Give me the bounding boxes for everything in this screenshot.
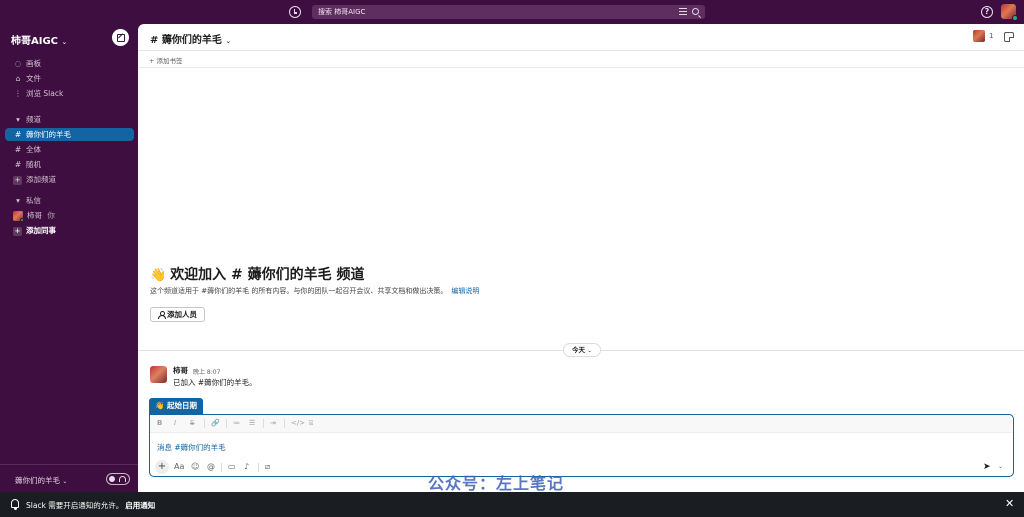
sidebar: 柿哥AIGC ⌄ ◌ 画板 ⌂ 文件 ⋮ 浏览 Slack ▾ 频道 # 薅你们的羊毛 #… [0,24,138,492]
chevron-down-icon: ⌄ [587,348,592,354]
mention-icon[interactable]: @ [207,462,215,471]
member-count: 1 [989,32,994,40]
avatar [973,30,985,42]
canvas-icon: ◌ [14,59,22,68]
message-input[interactable]: 消息 #薅你们的羊毛 [157,442,226,453]
add-colleague-button[interactable]: + 添加同事 [5,224,134,237]
microphone-icon[interactable]: ♪ [244,462,249,471]
sidebar-item-canvas[interactable]: ◌ 画板 [5,57,134,70]
channels-section-header[interactable]: ▾ 频道 [5,113,134,126]
send-icon[interactable]: ➤ [983,462,991,472]
help-icon[interactable]: ? [981,6,993,18]
compose-icon[interactable] [112,29,129,46]
watermark: 公众号：左上笔记 [428,474,565,492]
message-timestamp[interactable]: 晚上 8:07 [193,367,220,376]
shortcut-icon[interactable]: ⧄ [265,462,270,472]
bullet-list-icon[interactable]: ☰ [249,419,255,427]
bold-button[interactable]: B [157,419,162,427]
plus-icon: + [13,226,22,236]
edit-description-link[interactable]: 编辑说明 [451,287,479,295]
canvas-icon[interactable] [1004,32,1014,42]
message-text: 已加入 #薅你们的羊毛。 [173,378,257,387]
search-bar[interactable]: 搜索 柿哥AIGC [312,5,705,19]
person-icon [158,311,166,319]
members-button[interactable]: 1 [973,30,997,44]
message-composer: B I S 🔗 ≔ ☰ ⇥ </> ⌸ 消息 #薅你们的羊毛 + Aa ☺ @ … [149,414,1014,477]
dm-section-header[interactable]: ▾ 私信 [5,194,134,207]
indent-icon[interactable]: ⇥ [270,419,276,427]
video-icon[interactable]: ▭ [228,462,236,471]
wave-icon: 👋 [150,268,167,283]
history-icon[interactable] [289,6,301,18]
more-icon: ⋮ [14,89,22,98]
avatar[interactable] [150,366,167,383]
link-icon[interactable]: 🔗 [211,419,220,427]
notification-text: Slack 需要开启通知的允许。 启用通知 [26,501,156,510]
sidebar-item-files[interactable]: ⌂ 文件 [5,72,134,85]
search-icon[interactable] [692,8,699,15]
enable-notifications-link[interactable]: 启用通知 [125,501,155,510]
strike-button[interactable]: S [190,419,194,427]
huddle-toggle[interactable] [106,473,130,485]
sidebar-dm-self[interactable]: 柿哥 你 [5,209,134,222]
composer-tools: + Aa ☺ @ ▭ ♪ ⧄ ➤ ⌄ [150,459,1012,476]
files-icon: ⌂ [15,74,21,83]
user-avatar[interactable] [1001,4,1018,21]
huddle-channel[interactable]: 薅你们的羊毛 ⌄ [15,475,67,486]
online-status-icon [1012,15,1018,21]
add-channel-button[interactable]: + 添加频道 [5,173,134,186]
hash-icon: # [14,145,22,154]
message-author[interactable]: 柿哥 [173,365,188,376]
caret-down-icon: ▾ [16,115,20,124]
top-bar: 搜索 柿哥AIGC ? [0,0,1024,24]
formatting-icon[interactable]: Aa [174,462,184,471]
plus-icon[interactable]: + [155,460,169,474]
filter-icon[interactable] [679,8,687,16]
chevron-down-icon: ⌄ [61,38,68,46]
welcome-title: 👋 欢迎加入 # 薅你们的羊毛 频道 [150,267,365,283]
close-icon[interactable]: ✕ [1005,497,1014,510]
sidebar-channel-random[interactable]: # 随机 [5,158,134,171]
chevron-down-icon: ⌄ [225,37,232,45]
add-people-button[interactable]: 添加人员 [150,307,205,322]
hash-icon: # [14,130,22,139]
avatar [13,211,24,222]
bell-icon [11,499,19,510]
workspace-name[interactable]: 柿哥AIGC ⌄ [11,32,67,47]
huddle-bar: 薅你们的羊毛 ⌄ [0,464,138,492]
code-block-icon[interactable]: ⌸ [309,419,313,428]
caret-down-icon: ▾ [16,196,20,205]
format-toolbar: B I S 🔗 ≔ ☰ ⇥ </> ⌸ [150,415,1012,433]
search-text: 搜索 柿哥AIGC [318,8,366,16]
ordered-list-icon[interactable]: ≔ [233,419,240,427]
hash-icon: # [14,160,22,169]
chevron-down-icon[interactable]: ⌄ [998,463,1003,470]
day-selector[interactable]: 今天 ⌄ [563,343,601,357]
sidebar-channel-all[interactable]: # 全体 [5,143,134,156]
sidebar-channel-active[interactable]: # 薅你们的羊毛 [5,128,134,141]
emoji-icon[interactable]: ☺ [191,462,199,471]
welcome-description: 这个频道适用于 #薅你们的羊毛 的所有内容。与你的团队一起召开会议、共享文档和做… [150,287,480,295]
channel-view: # 薅你们的羊毛 ⌄ 1 + 添加书签 👋 欢迎加入 # 薅你们的羊毛 频道 这个… [138,24,1024,492]
bookmark-bar: + 添加书签 [138,51,1024,68]
italic-button[interactable]: I [174,419,176,427]
channel-title[interactable]: # 薅你们的羊毛 ⌄ [150,31,231,46]
channel-header: # 薅你们的羊毛 ⌄ 1 [138,24,1024,51]
notification-bar: Slack 需要开启通知的允许。 启用通知 ✕ [0,492,1024,517]
add-bookmark-button[interactable]: + 添加书签 [149,55,183,65]
sidebar-item-browse[interactable]: ⋮ 浏览 Slack [5,87,134,100]
plus-icon: + [13,175,22,185]
headphones-icon [119,476,126,482]
draft-tab[interactable]: 👋 起始日期 [149,398,203,414]
code-icon[interactable]: </> [291,419,305,427]
chevron-down-icon: ⌄ [62,478,68,485]
